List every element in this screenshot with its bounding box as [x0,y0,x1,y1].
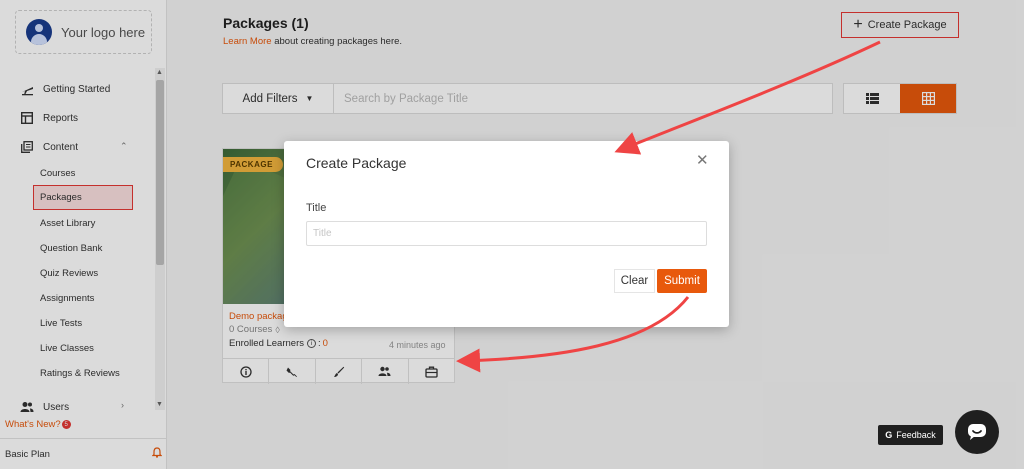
clear-button[interactable]: Clear [614,269,655,293]
title-input[interactable] [306,221,707,246]
modal-title: Create Package [306,155,407,171]
close-icon[interactable]: ✕ [696,151,709,169]
chat-icon [968,424,986,440]
feedback-label: Feedback [896,430,936,440]
title-field-label: Title [306,202,327,214]
feedback-button[interactable]: G Feedback [878,425,943,445]
feedback-logo-icon: G [885,430,893,440]
chat-button[interactable] [955,410,999,454]
submit-button[interactable]: Submit [657,269,707,293]
create-package-modal: Create Package ✕ Title Clear Submit [284,141,729,327]
